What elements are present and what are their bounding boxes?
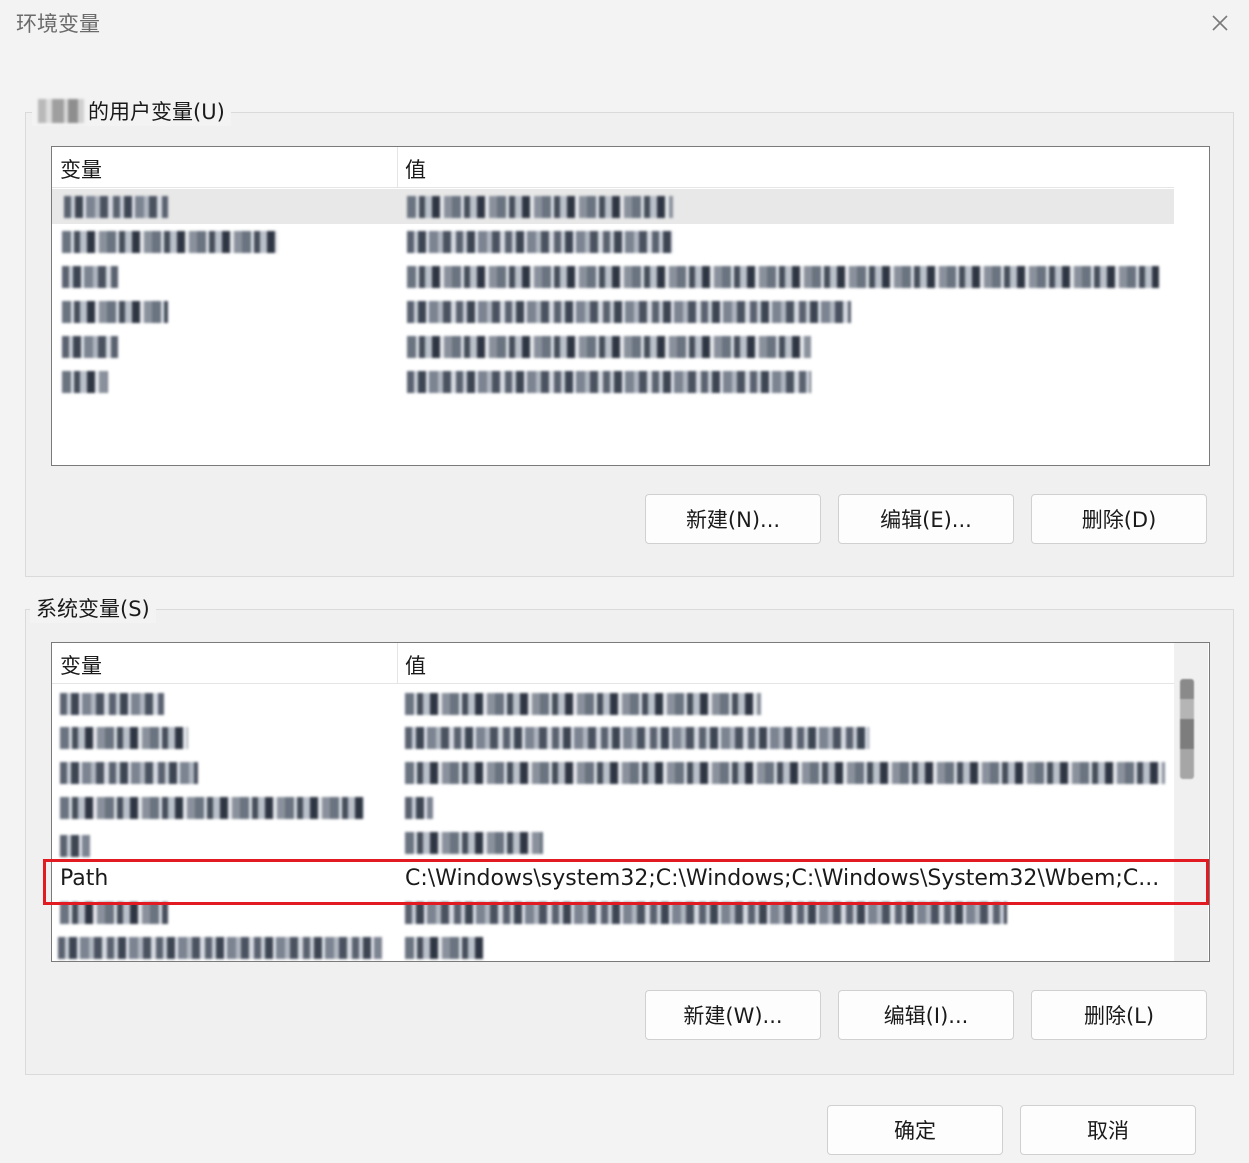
path-variable-value: C:\Windows\system32;C:\Windows;C:\Window… [405,866,1160,891]
system-new-button[interactable]: 新建(W)... [645,990,821,1040]
user-edit-button[interactable]: 编辑(E)... [838,494,1014,544]
system-delete-button[interactable]: 删除(L) [1031,990,1207,1040]
user-delete-button[interactable]: 删除(D) [1031,494,1207,544]
list-item[interactable] [52,364,1174,399]
redacted-value [407,266,1159,288]
system-variables-label: 系统变量(S) [30,593,156,623]
ok-button[interactable]: 确定 [827,1105,1003,1155]
redacted-value [405,797,433,819]
path-row[interactable]: Path C:\Windows\system32;C:\Windows;C:\W… [52,861,1174,896]
redacted-value [405,902,1007,924]
column-header-value[interactable]: 值 [405,154,426,184]
column-header-variable[interactable]: 变量 [60,154,102,184]
redacted-variable [60,797,364,819]
redacted-variable [62,266,118,288]
column-divider[interactable] [397,147,398,187]
redacted-variable [62,336,118,358]
close-button[interactable] [1203,6,1237,40]
list-header: 变量 值 [52,147,1174,188]
path-variable-name: Path [60,866,109,891]
redacted-variable [62,371,108,393]
redacted-variable [64,196,168,218]
redacted-value [405,937,483,959]
list-item[interactable] [52,259,1174,294]
redacted-variable [60,727,188,749]
list-item[interactable] [52,720,1174,755]
redacted-value [405,693,761,715]
list-item[interactable] [52,685,1174,720]
list-item[interactable] [52,329,1174,364]
title-bar: 环境变量 [0,0,1249,48]
redacted-variable [60,835,90,857]
redacted-value [407,336,811,358]
redacted-value [407,371,811,393]
user-new-button[interactable]: 新建(N)... [645,494,821,544]
redacted-value [407,301,851,323]
cancel-button[interactable]: 取消 [1020,1105,1196,1155]
list-item[interactable] [52,931,1174,961]
redacted-variable [60,902,168,924]
redacted-value [405,832,543,854]
redacted-value [407,196,673,218]
user-variables-label: 的用户变量(U) [32,96,231,126]
list-item[interactable] [52,189,1174,224]
list-item[interactable] [52,790,1174,825]
redacted-username [38,99,84,123]
scrollbar-thumb[interactable] [1180,679,1194,779]
column-divider[interactable] [397,643,398,683]
redacted-variable [62,301,168,323]
redacted-variable [58,937,382,959]
redacted-value [405,762,1165,784]
list-item[interactable] [52,896,1174,931]
redacted-variable [60,762,198,784]
redacted-variable [60,693,164,715]
list-item[interactable] [52,825,1174,860]
list-item[interactable] [52,224,1174,259]
list-item[interactable] [52,294,1174,329]
system-edit-button[interactable]: 编辑(I)... [838,990,1014,1040]
system-variables-list[interactable]: 变量 值 Path C:\Windows\system32;C:\Windows… [51,642,1210,962]
list-header: 变量 值 [52,643,1174,684]
column-header-variable[interactable]: 变量 [60,650,102,680]
window-title: 环境变量 [16,12,100,36]
column-header-value[interactable]: 值 [405,650,426,680]
list-item[interactable] [52,755,1174,790]
close-icon [1212,15,1228,31]
redacted-value [407,231,673,253]
redacted-variable [62,231,278,253]
user-variables-list[interactable]: 变量 值 [51,146,1210,466]
redacted-value [405,727,869,749]
